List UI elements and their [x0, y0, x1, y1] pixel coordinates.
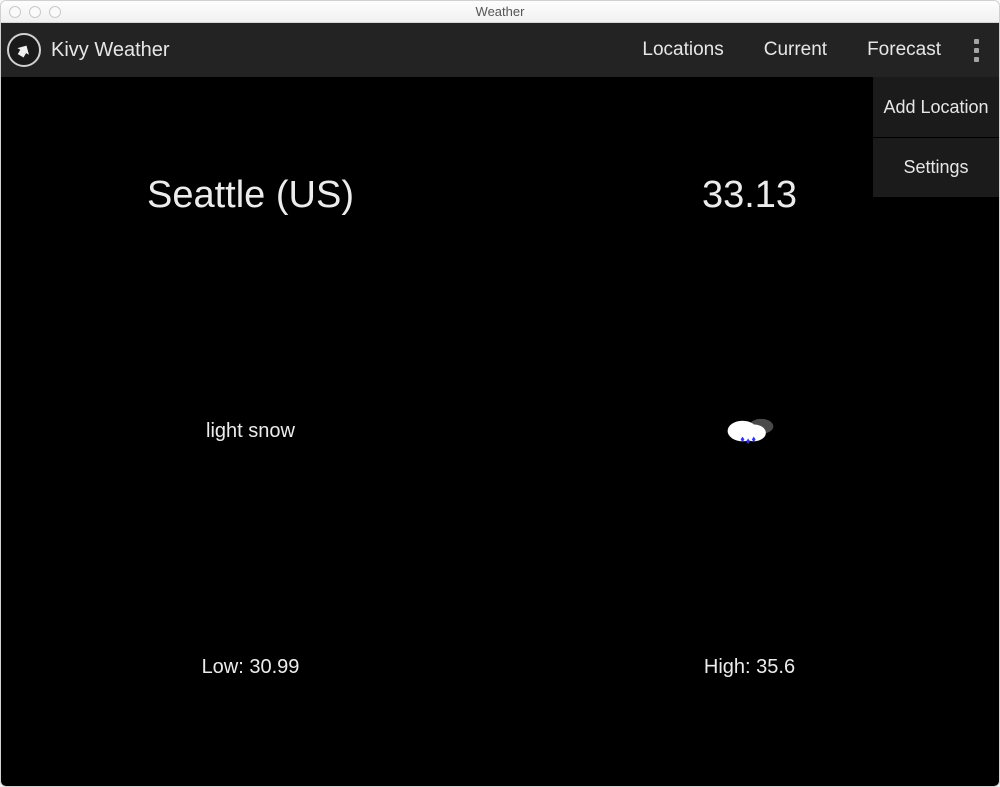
menu-add-location[interactable]: Add Location	[873, 77, 999, 137]
overflow-dropdown: Add Location Settings	[873, 77, 999, 197]
app-title: Kivy Weather	[51, 39, 170, 62]
overflow-menu-button[interactable]	[961, 27, 991, 73]
nav-locations[interactable]: Locations	[622, 39, 743, 61]
window-title: Weather	[1, 4, 999, 19]
high-temperature: High: 35.6	[500, 656, 999, 679]
nav-current[interactable]: Current	[744, 39, 847, 61]
minimize-icon[interactable]	[29, 6, 41, 18]
weather-snow-icon	[500, 411, 999, 451]
traffic-lights	[9, 6, 61, 18]
conditions-label: light snow	[1, 420, 500, 443]
zoom-icon[interactable]	[49, 6, 61, 18]
action-bar: Kivy Weather Locations Current Forecast	[1, 23, 999, 77]
app-logo-icon	[7, 33, 41, 67]
close-icon[interactable]	[9, 6, 21, 18]
titlebar[interactable]: Weather	[1, 1, 999, 23]
brand[interactable]: Kivy Weather	[7, 33, 170, 67]
nav-forecast[interactable]: Forecast	[847, 39, 961, 61]
app-root: Kivy Weather Locations Current Forecast …	[1, 23, 999, 786]
location-label: Seattle (US)	[1, 174, 500, 217]
more-vertical-icon	[974, 39, 979, 62]
menu-settings[interactable]: Settings	[873, 137, 999, 197]
mac-window: Weather Kivy Weather Locations Current F…	[0, 0, 1000, 787]
low-temperature: Low: 30.99	[1, 656, 500, 679]
weather-content: Seattle (US) 33.13 light snow Low: 30.99…	[1, 77, 999, 786]
